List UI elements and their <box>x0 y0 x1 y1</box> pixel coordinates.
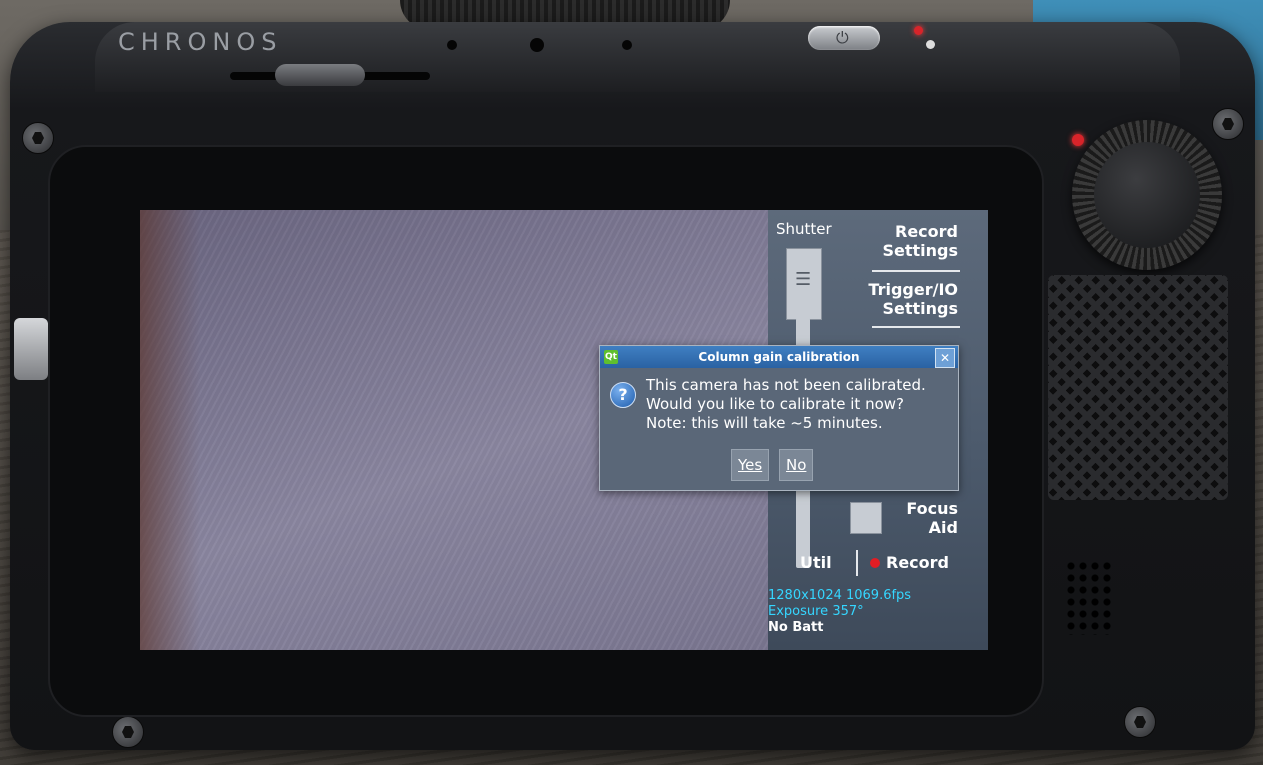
record-settings-label-2: Settings <box>882 241 958 260</box>
screw-icon <box>112 716 144 748</box>
dialog-message-line2: Would you like to calibrate it now? <box>646 395 904 413</box>
record-button[interactable]: Record <box>886 553 949 572</box>
status-led-white <box>926 40 935 49</box>
divider <box>856 550 858 576</box>
focus-aid-label-2: Aid <box>928 518 958 537</box>
record-settings-label-1: Record <box>895 222 958 241</box>
brand-logo: CHRONOS <box>118 28 283 56</box>
question-icon: ? <box>610 382 636 408</box>
trigger-io-label-2: Settings <box>882 299 958 318</box>
record-dot-icon <box>870 558 880 568</box>
record-settings-button[interactable]: Record Settings <box>882 222 958 260</box>
shutter-handle-icon[interactable] <box>786 248 822 320</box>
yes-button[interactable]: Yes <box>731 449 770 481</box>
no-button[interactable]: No <box>779 449 814 481</box>
divider <box>872 270 960 272</box>
battery-status: No Batt <box>768 620 824 635</box>
divider <box>872 326 960 328</box>
side-knob[interactable] <box>14 318 48 380</box>
util-button[interactable]: Util <box>800 553 832 572</box>
mount-hole <box>622 40 632 50</box>
screw-icon <box>1124 706 1156 738</box>
trigger-io-settings-button[interactable]: Trigger/IO Settings <box>868 280 958 318</box>
grip-knurl <box>1048 275 1228 500</box>
resolution-fps-readout: 1280x1024 1069.6fps <box>768 588 912 603</box>
lcd-screen: Shutter Record Settings Trigger/IO Setti… <box>140 210 988 650</box>
focus-aid-label-1: Focus <box>906 499 958 518</box>
app-icon: Qt <box>604 350 618 364</box>
exposure-readout: Exposure 357° <box>768 604 864 619</box>
dialog-titlebar: Qt Column gain calibration ✕ <box>600 346 958 368</box>
close-icon[interactable]: ✕ <box>935 348 955 368</box>
dialog-message-line3: Note: this will take ~5 minutes. <box>646 414 883 432</box>
shutter-label: Shutter <box>776 220 832 238</box>
focus-aid-button[interactable]: Focus Aid <box>906 499 958 537</box>
mount-hole <box>530 38 544 52</box>
power-button[interactable] <box>808 26 880 50</box>
jog-dial[interactable] <box>1072 120 1222 270</box>
status-led-red <box>914 26 923 35</box>
record-led <box>1072 134 1084 146</box>
focus-aid-checkbox[interactable] <box>850 502 882 534</box>
screw-icon <box>22 122 54 154</box>
preview-edge <box>140 210 200 650</box>
mount-hole <box>447 40 457 50</box>
trigger-io-label-1: Trigger/IO <box>868 280 958 299</box>
dialog-message-line1: This camera has not been calibrated. <box>646 376 926 394</box>
speaker-grille <box>1065 560 1115 635</box>
dialog-title: Column gain calibration <box>698 350 860 364</box>
calibration-dialog: Qt Column gain calibration ✕ ? This came… <box>599 345 959 491</box>
screw-icon <box>1212 108 1244 140</box>
slot-slider[interactable] <box>275 64 365 86</box>
